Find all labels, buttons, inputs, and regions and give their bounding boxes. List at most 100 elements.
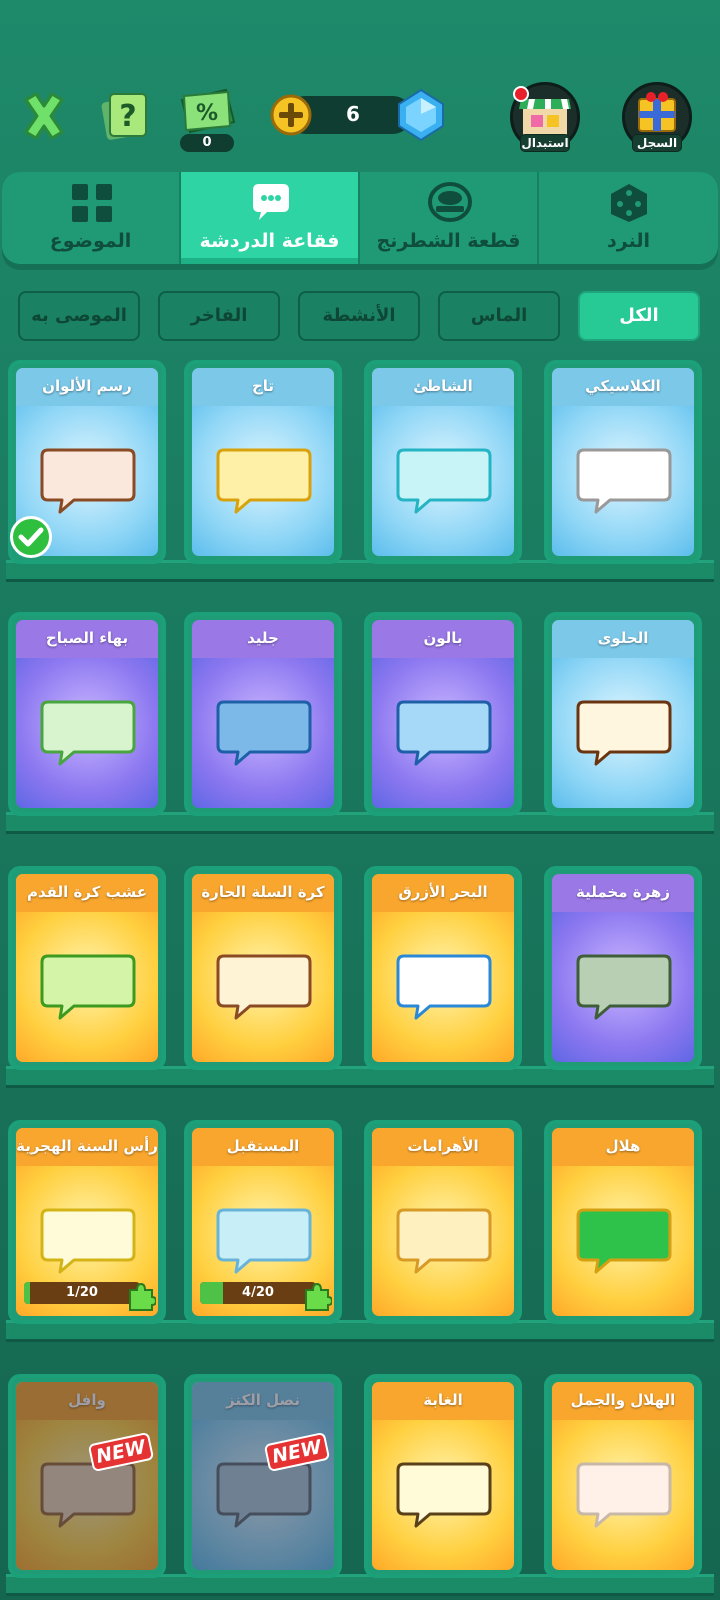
speech-bubble-icon [576, 1462, 672, 1528]
filter-premium[interactable]: الفاخر [158, 291, 280, 341]
chat-bubble-item[interactable]: الهلال والجمل [544, 1374, 702, 1578]
selected-check-icon [10, 516, 52, 558]
puzzle-piece-icon [129, 1282, 156, 1311]
item-title: رأس السنة الهجرية [16, 1128, 158, 1166]
help-button[interactable]: ? [100, 90, 152, 142]
speech-bubble-icon [396, 448, 492, 514]
grid-icon [72, 184, 112, 222]
chat-bubble-item[interactable]: تاج [184, 360, 342, 564]
speech-bubble-shape [576, 700, 672, 766]
history-label: السجل [632, 134, 682, 152]
card-background: البحر الأزرق [372, 874, 514, 1062]
progress-fill [200, 1282, 224, 1304]
discount-count: 0 [180, 134, 234, 152]
speech-bubble-shape [216, 700, 312, 766]
swap-label: استبدال [520, 134, 570, 152]
card-background: نصل الكنز NEW [192, 1382, 334, 1570]
category-tabs: الموضوع فقاعة الدردشة قطعة الشطرنج النرد [2, 172, 718, 270]
card-background: الحلوى [552, 620, 694, 808]
filter-all[interactable]: الكل [578, 291, 700, 341]
item-title: جليد [192, 620, 334, 658]
chat-bubble-item[interactable]: بالون [364, 612, 522, 816]
speech-bubble-icon [396, 700, 492, 766]
filter-recommended[interactable]: الموصى به [18, 291, 140, 341]
speech-bubble-shape [216, 954, 312, 1020]
speech-bubble-shape [216, 448, 312, 514]
speech-bubble-icon [576, 448, 672, 514]
speech-bubble-shape [40, 954, 136, 1020]
discount-button[interactable]: % 0 [176, 86, 238, 152]
card-background: رأس السنة الهجرية 1/20 [16, 1128, 158, 1316]
card-background: المستقبل 4/20 [192, 1128, 334, 1316]
speech-bubble-icon [40, 700, 136, 766]
item-title: الغابة [372, 1382, 514, 1420]
chat-bubble-item[interactable]: جليد [184, 612, 342, 816]
card-background: الشاطئ [372, 368, 514, 556]
speech-bubble-shape [396, 1462, 492, 1528]
add-gems-button[interactable] [270, 94, 312, 136]
help-icon: ? [101, 93, 147, 140]
speech-bubble-icon [216, 954, 312, 1020]
card-background: وافل NEW [16, 1382, 158, 1570]
chat-bubble-item[interactable]: البحر الأزرق [364, 866, 522, 1070]
chat-bubble-item[interactable]: رأس السنة الهجرية 1/20 [8, 1120, 166, 1324]
filter-diamond[interactable]: الماس [438, 291, 560, 341]
card-background: الهلال والجمل [552, 1382, 694, 1570]
tab-label: النرد [607, 230, 650, 252]
speech-bubble-shape [40, 448, 136, 514]
speech-bubble-shape [576, 1208, 672, 1274]
chat-bubble-item[interactable]: هلال [544, 1120, 702, 1324]
speech-bubble-shape [216, 1208, 312, 1274]
progress-text: 1/20 [66, 1285, 98, 1300]
close-button[interactable] [18, 90, 70, 142]
card-background: كرة السلة الحارة [192, 874, 334, 1062]
card-background: زهرة مخملية [552, 874, 694, 1062]
chat-bubble-item[interactable]: كرة السلة الحارة [184, 866, 342, 1070]
puzzle-progress-bar: 4/20 [200, 1282, 316, 1304]
chat-bubble-item[interactable]: الأهرامات [364, 1120, 522, 1324]
progress-text: 4/20 [242, 1285, 274, 1300]
plus-coin-icon [270, 94, 312, 136]
chat-bubble-item[interactable]: عشب كرة القدم [8, 866, 166, 1070]
tab-label: الموضوع [49, 230, 132, 252]
item-title: الحلوى [552, 620, 694, 658]
chat-bubble-item[interactable]: نصل الكنز NEW [184, 1374, 342, 1578]
chat-bubble-item[interactable]: الغابة [364, 1374, 522, 1578]
speech-bubble-icon [40, 448, 136, 514]
speech-bubble-shape [396, 954, 492, 1020]
item-title: الأهرامات [372, 1128, 514, 1166]
card-background: بالون [372, 620, 514, 808]
item-title: الكلاسيكي [552, 368, 694, 406]
swap-shop-button[interactable]: استبدال [510, 82, 580, 152]
diamond-icon [396, 88, 446, 142]
chat-bubble-item[interactable]: الشاطئ [364, 360, 522, 564]
gem-count: 6 [346, 102, 360, 126]
discount-tag-icon: % [180, 88, 236, 134]
speech-bubble-icon [40, 1208, 136, 1274]
history-button[interactable]: السجل [622, 82, 692, 152]
chat-bubble-item[interactable]: بهاء الصباح [8, 612, 166, 816]
dice-icon [611, 184, 647, 222]
card-background: تاج [192, 368, 334, 556]
speech-bubble-icon [40, 954, 136, 1020]
chat-bubble-item[interactable]: الحلوى [544, 612, 702, 816]
item-title: زهرة مخملية [552, 874, 694, 912]
tab-chat-bubble[interactable]: فقاعة الدردشة [181, 172, 360, 264]
chess-piece-icon [428, 182, 472, 222]
tab-dice[interactable]: النرد [539, 172, 718, 264]
tab-label: فقاعة الدردشة [199, 230, 340, 252]
chat-bubble-item[interactable]: زهرة مخملية [544, 866, 702, 1070]
speech-bubble-shape [576, 448, 672, 514]
tab-chess-piece[interactable]: قطعة الشطرنج [360, 172, 539, 264]
top-bar: ? % 0 6 استبدال السجل [0, 78, 720, 158]
item-title: عشب كرة القدم [16, 874, 158, 912]
locked-overlay [192, 1382, 334, 1570]
chat-bubble-item[interactable]: وافل NEW [8, 1374, 166, 1578]
item-title: تاج [192, 368, 334, 406]
filter-activities[interactable]: الأنشطة [298, 291, 420, 341]
tab-theme[interactable]: الموضوع [2, 172, 181, 264]
notification-dot [513, 86, 529, 102]
speech-bubble-icon [576, 700, 672, 766]
chat-bubble-item[interactable]: المستقبل 4/20 [184, 1120, 342, 1324]
chat-bubble-item[interactable]: الكلاسيكي [544, 360, 702, 564]
